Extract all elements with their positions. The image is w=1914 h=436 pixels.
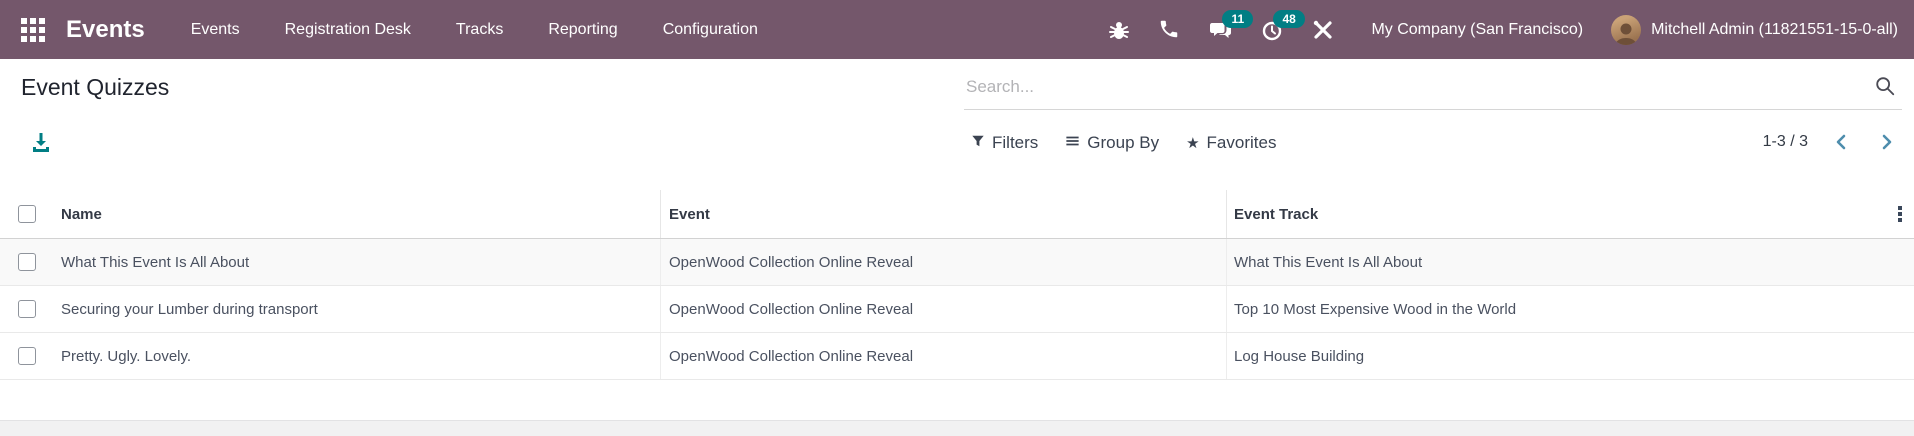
search-bar xyxy=(964,64,1902,110)
user-menu[interactable]: Mitchell Admin (11821551-15-0-all) xyxy=(1651,21,1898,39)
bottom-scroll-band xyxy=(0,420,1914,436)
cell-event-track[interactable]: Log House Building xyxy=(1226,333,1914,379)
messages-icon[interactable]: 11 xyxy=(1209,9,1254,42)
column-header-event-track[interactable]: Event Track xyxy=(1226,190,1914,238)
cell-quiz-name[interactable]: What This Event Is All About xyxy=(44,239,660,285)
cell-quiz-name[interactable]: Pretty. Ugly. Lovely. xyxy=(44,333,660,379)
export-icon[interactable] xyxy=(29,130,53,154)
debug-bug-icon[interactable] xyxy=(1107,18,1131,42)
row-checkbox[interactable] xyxy=(18,347,36,365)
cell-event[interactable]: OpenWood Collection Online Reveal xyxy=(660,286,1226,332)
favorites-label: Favorites xyxy=(1206,133,1277,152)
filters-button[interactable]: Filters xyxy=(971,133,1038,153)
activities-count-badge[interactable]: 48 xyxy=(1273,9,1305,28)
group-by-button[interactable]: Group By xyxy=(1065,133,1159,153)
search-icon[interactable] xyxy=(1874,75,1896,102)
menu-configuration[interactable]: Configuration xyxy=(663,21,758,39)
topbar-right-section: 11 48 My Company (San Francisco) Mitchel… xyxy=(1080,9,1898,45)
row-checkbox[interactable] xyxy=(18,300,36,318)
tools-icon[interactable] xyxy=(1311,18,1335,42)
pager-next-icon[interactable] xyxy=(1876,132,1896,152)
cell-event[interactable]: OpenWood Collection Online Reveal xyxy=(660,333,1226,379)
app-brand-title[interactable]: Events xyxy=(66,16,145,44)
select-all-checkbox[interactable] xyxy=(18,205,36,223)
favorites-button[interactable]: ★ Favorites xyxy=(1186,133,1276,153)
cell-quiz-name[interactable]: Securing your Lumber during transport xyxy=(44,286,660,332)
filter-funnel-icon xyxy=(971,133,985,153)
apps-grid-icon[interactable] xyxy=(20,17,46,43)
menu-events[interactable]: Events xyxy=(191,21,240,39)
top-navbar: Events Events Registration Desk Tracks R… xyxy=(0,0,1914,59)
filters-label: Filters xyxy=(992,133,1039,152)
table-row[interactable]: Securing your Lumber during transport Op… xyxy=(0,286,1914,333)
phone-icon[interactable] xyxy=(1158,18,1182,42)
table-row[interactable]: What This Event Is All About OpenWood Co… xyxy=(0,239,1914,286)
search-input[interactable] xyxy=(964,70,1862,104)
pager-range: 1-3 / 3 xyxy=(1762,133,1808,150)
row-checkbox[interactable] xyxy=(18,253,36,271)
cell-event[interactable]: OpenWood Collection Online Reveal xyxy=(660,239,1226,285)
menu-reporting[interactable]: Reporting xyxy=(548,21,617,39)
page-title: Event Quizzes xyxy=(21,74,170,100)
group-by-bars-icon xyxy=(1065,133,1080,153)
company-switcher[interactable]: My Company (San Francisco) xyxy=(1371,21,1583,39)
cell-event-track[interactable]: What This Event Is All About xyxy=(1226,239,1914,285)
pager-previous-icon[interactable] xyxy=(1832,132,1852,152)
quiz-list-table: Name Event Event Track What This Event I… xyxy=(0,190,1914,380)
activities-clock-icon[interactable]: 48 xyxy=(1260,9,1305,42)
table-header-row: Name Event Event Track xyxy=(0,190,1914,239)
column-header-name[interactable]: Name xyxy=(44,190,660,238)
search-options: Filters Group By ★ Favorites xyxy=(971,131,1276,155)
menu-registration-desk[interactable]: Registration Desk xyxy=(285,21,411,39)
menu-tracks[interactable]: Tracks xyxy=(456,21,503,39)
group-by-label: Group By xyxy=(1087,133,1160,152)
column-header-event[interactable]: Event xyxy=(660,190,1226,238)
favorites-star-icon: ★ xyxy=(1186,134,1200,152)
pager: 1-3 / 3 xyxy=(1763,129,1896,155)
table-row[interactable]: Pretty. Ugly. Lovely. OpenWood Collectio… xyxy=(0,333,1914,380)
cell-event-track[interactable]: Top 10 Most Expensive Wood in the World xyxy=(1226,286,1914,332)
user-avatar[interactable] xyxy=(1611,14,1642,45)
top-menu: Events Registration Desk Tracks Reportin… xyxy=(191,21,758,39)
messages-count-badge[interactable]: 11 xyxy=(1222,9,1254,28)
optional-columns-icon[interactable] xyxy=(1893,204,1907,224)
